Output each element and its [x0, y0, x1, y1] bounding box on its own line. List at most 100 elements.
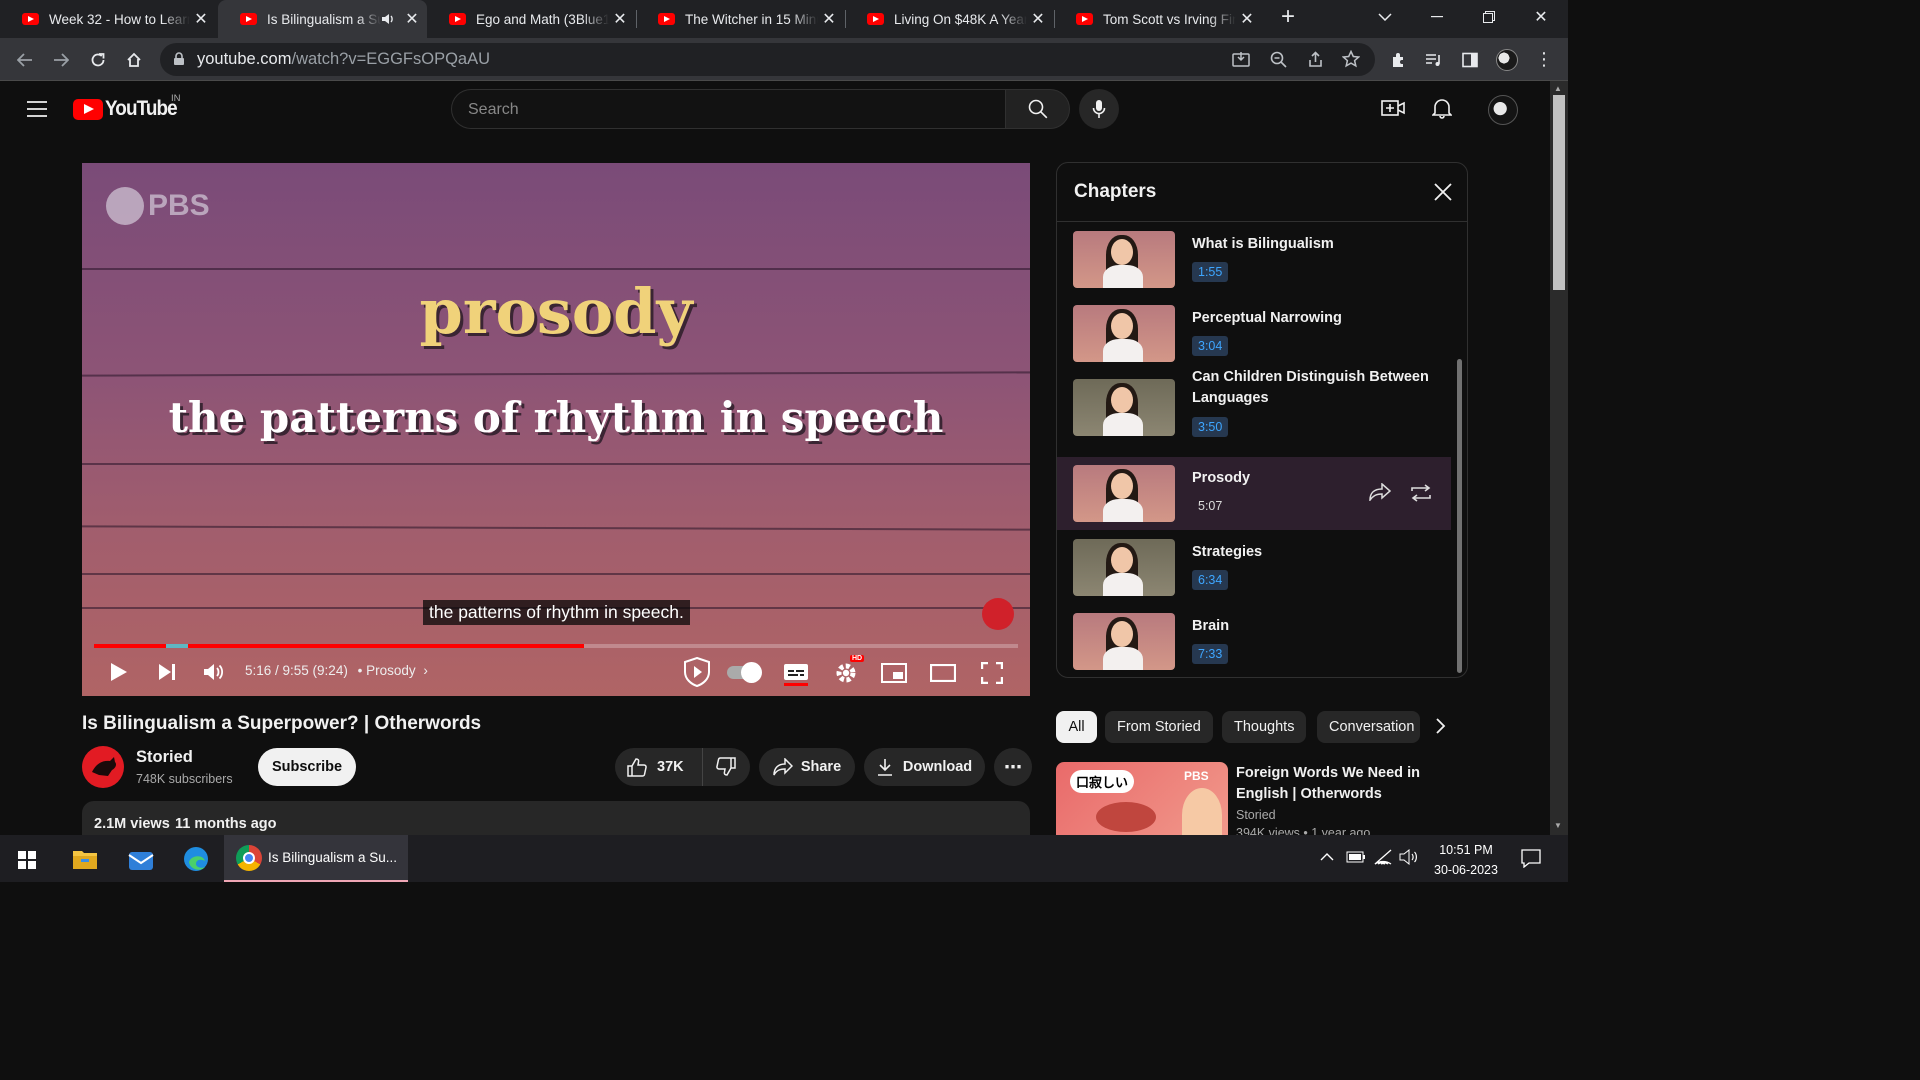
edge-browser-icon[interactable] — [182, 845, 210, 878]
chapter-thumbnail[interactable] — [1073, 465, 1175, 522]
progress-bar[interactable] — [94, 644, 1018, 648]
close-chapters-icon[interactable] — [1433, 182, 1453, 207]
youtube-logo[interactable]: YouTube IN — [73, 93, 185, 121]
media-controls-icon[interactable] — [1419, 38, 1449, 81]
scroll-up-arrow-icon[interactable]: ▲ — [1554, 84, 1562, 93]
chapter-item[interactable]: Brain 7:33 — [1057, 605, 1451, 677]
wifi-icon[interactable] — [1373, 849, 1393, 870]
subtitles-button[interactable] — [782, 659, 810, 687]
mail-app-icon[interactable] — [127, 846, 155, 877]
new-tab-plus-icon[interactable]: + — [1265, 0, 1311, 34]
close-window-icon[interactable]: ✕ — [1518, 0, 1564, 34]
chip-thoughts[interactable]: Thoughts — [1222, 711, 1307, 743]
settings-button[interactable]: HD — [832, 655, 865, 687]
theater-mode-button[interactable] — [929, 659, 957, 687]
chapter-item[interactable]: Prosody 5:07 — [1057, 457, 1451, 530]
chapter-item[interactable]: Strategies 6:34 — [1057, 531, 1451, 604]
speaker-icon[interactable] — [1399, 848, 1419, 870]
subscribe-button[interactable]: Subscribe — [258, 748, 356, 786]
search-input-box[interactable]: Search — [451, 89, 1006, 129]
hamburger-menu-icon[interactable] — [26, 101, 48, 122]
chips-next-chevron-icon[interactable] — [1434, 717, 1446, 740]
chip-from-storied[interactable]: From Storied — [1105, 711, 1213, 743]
show-hidden-icons-chevron-icon[interactable] — [1320, 851, 1334, 865]
file-explorer-icon[interactable] — [72, 848, 98, 875]
zoom-icon[interactable] — [1270, 51, 1287, 73]
fullscreen-button[interactable] — [978, 659, 1006, 687]
chapter-timestamp[interactable]: 7:33 — [1192, 644, 1229, 664]
close-tab-icon[interactable]: ✕ — [1236, 9, 1258, 29]
chapter-timestamp[interactable]: 3:04 — [1192, 336, 1229, 356]
miniplayer-button[interactable] — [880, 659, 908, 687]
back-arrow-icon[interactable] — [10, 38, 40, 81]
recommended-thumbnail[interactable]: 口寂しい PBS — [1056, 762, 1228, 835]
chapter-timestamp[interactable]: 1:55 — [1192, 262, 1229, 282]
create-video-icon[interactable] — [1381, 98, 1405, 123]
search-button[interactable] — [1005, 89, 1070, 129]
video-player[interactable]: PBS prosody the patterns of rhythm in sp… — [82, 163, 1030, 696]
account-avatar[interactable] — [1488, 95, 1518, 125]
tab-search-chevron-icon[interactable] — [1362, 0, 1408, 34]
system-clock[interactable]: 10:51 PM 30-06-2023 — [1430, 840, 1502, 880]
loop-chapter-icon[interactable] — [1409, 484, 1433, 507]
chapter-timestamp[interactable]: 5:07 — [1192, 496, 1228, 516]
chip-all[interactable]: All — [1056, 711, 1097, 743]
recommended-channel[interactable]: Storied — [1236, 808, 1276, 822]
more-actions-button[interactable]: ⋯ — [994, 748, 1032, 786]
channel-avatar[interactable] — [82, 746, 124, 788]
chapter-thumbnail[interactable] — [1073, 539, 1175, 596]
chapter-thumbnail[interactable] — [1073, 231, 1175, 288]
share-chapter-icon[interactable] — [1369, 482, 1392, 506]
current-chapter-label[interactable]: • Prosody — [358, 663, 416, 678]
voice-search-button[interactable] — [1079, 89, 1119, 129]
channel-name[interactable]: Storied — [136, 748, 193, 767]
chip-conversation[interactable]: Conversation — [1317, 711, 1420, 743]
forward-arrow-icon[interactable] — [46, 38, 76, 81]
chapter-timestamp[interactable]: 6:34 — [1192, 570, 1229, 590]
browser-tab[interactable]: The Witcher in 15 Minutes ✕ — [636, 0, 844, 38]
autoplay-toggle[interactable] — [726, 661, 762, 683]
browser-tab[interactable]: Living On $48K A Year ✕ — [845, 0, 1053, 38]
reload-icon[interactable] — [83, 38, 113, 81]
chapter-item[interactable]: What is Bilingualism 1:55 — [1057, 223, 1451, 296]
next-video-button[interactable] — [154, 659, 180, 685]
search-placeholder[interactable]: Search — [468, 101, 519, 119]
side-panel-icon[interactable] — [1455, 38, 1485, 81]
minimize-icon[interactable] — [1414, 0, 1460, 34]
channel-watermark-icon[interactable] — [982, 598, 1014, 630]
chapter-thumbnail[interactable] — [1073, 379, 1175, 436]
close-tab-icon[interactable]: ✕ — [609, 9, 631, 29]
bookmark-star-icon[interactable] — [1341, 49, 1361, 73]
battery-icon[interactable] — [1346, 850, 1366, 869]
play-button[interactable] — [106, 659, 132, 685]
scroll-down-arrow-icon[interactable]: ▼ — [1554, 821, 1562, 830]
chevron-right-icon[interactable]: › — [423, 663, 428, 678]
browser-tab[interactable]: Tom Scott vs Irving Finkel ✕ — [1054, 0, 1262, 38]
dislike-button[interactable] — [703, 757, 749, 777]
recommended-title[interactable]: Foreign Words We Need in English | Other… — [1236, 763, 1436, 805]
like-button[interactable]: 37K — [615, 748, 703, 786]
page-scrollbar[interactable]: ▲ ▼ — [1550, 81, 1568, 835]
share-button[interactable]: Share — [759, 748, 855, 786]
browser-tab-active[interactable]: Is Bilingualism a Superpower? ✕ — [218, 0, 427, 38]
audio-playing-icon[interactable] — [381, 13, 401, 25]
chapter-item[interactable]: Perceptual Narrowing 3:04 — [1057, 297, 1451, 370]
close-tab-icon[interactable]: ✕ — [190, 9, 212, 29]
windows-start-icon[interactable] — [18, 851, 36, 874]
browser-tab[interactable]: Ego and Math (3Blue1Brown) ✕ — [427, 0, 635, 38]
extensions-puzzle-icon[interactable] — [1384, 38, 1414, 81]
mute-button[interactable] — [200, 659, 228, 685]
browser-tab[interactable]: Week 32 - How to Learn ✕ — [0, 0, 216, 38]
chapter-thumbnail[interactable] — [1073, 613, 1175, 670]
browser-menu-icon[interactable]: ⋮ — [1529, 38, 1559, 81]
description-box[interactable]: 2.1M views 11 months ago — [82, 801, 1030, 835]
notifications-bell-icon[interactable] — [1431, 97, 1453, 124]
chapter-thumbnail[interactable] — [1073, 305, 1175, 362]
chapter-timestamp[interactable]: 3:50 — [1192, 417, 1229, 437]
sponsorblock-button[interactable] — [682, 657, 712, 687]
close-tab-icon[interactable]: ✕ — [401, 9, 423, 29]
home-icon[interactable] — [119, 38, 149, 81]
lock-icon[interactable] — [173, 52, 185, 71]
share-page-icon[interactable] — [1307, 51, 1324, 73]
chapters-scrollbar[interactable] — [1457, 359, 1462, 673]
